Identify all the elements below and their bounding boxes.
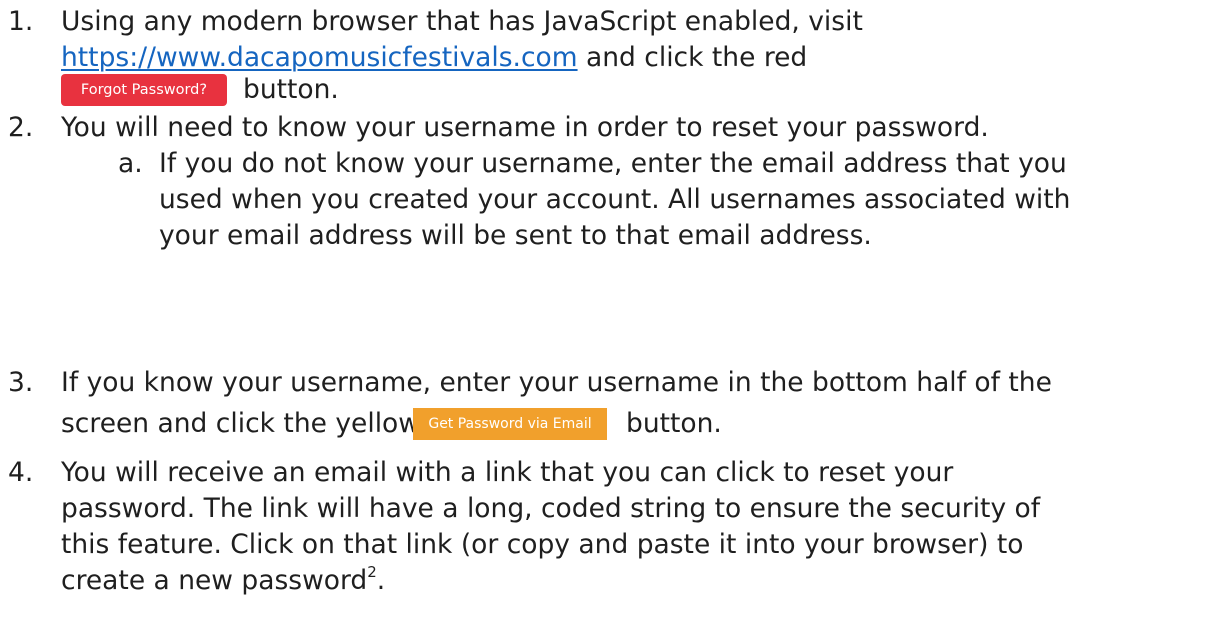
step-4-period: . bbox=[376, 565, 386, 596]
step-1-line-2-tail: and click the red bbox=[577, 42, 808, 73]
step-1-line-2: https://www.dacapomusicfestivals.com and… bbox=[61, 40, 807, 76]
footnote-marker: 2 bbox=[367, 563, 377, 582]
step-2-line-1: You will need to know your username in o… bbox=[61, 112, 989, 143]
step-3-line-1: If you know your username, enter your us… bbox=[61, 367, 1052, 398]
step-4-line-2: password. The link will have a long, cod… bbox=[61, 493, 1041, 524]
step-4-line-4: create a new password2. bbox=[61, 563, 385, 599]
step-2a-line-2: used when you created your account. All … bbox=[159, 184, 1071, 215]
step-1-line-1: Using any modern browser that has JavaSc… bbox=[61, 6, 863, 37]
step-4-line-3: this feature. Click on that link (or cop… bbox=[61, 529, 1024, 560]
step-3-line-2-tail: button. bbox=[626, 408, 722, 439]
forgot-password-button[interactable]: Forgot Password? bbox=[61, 74, 227, 106]
step-3-line-2: screen and click the yellow bbox=[61, 408, 420, 439]
step-2a-letter: a. bbox=[118, 148, 143, 179]
step-1-line-3: button. bbox=[243, 74, 339, 105]
festival-website-link[interactable]: https://www.dacapomusicfestivals.com bbox=[61, 42, 578, 73]
step-1-number: 1. bbox=[8, 6, 34, 37]
step-4-line-4-text: create a new password bbox=[61, 565, 368, 596]
step-4-number: 4. bbox=[8, 457, 34, 488]
get-password-via-email-button[interactable]: Get Password via Email bbox=[413, 408, 607, 440]
step-2a-line-1: If you do not know your username, enter … bbox=[159, 148, 1067, 179]
step-3-number: 3. bbox=[8, 367, 34, 398]
step-4-line-1: You will receive an email with a link th… bbox=[61, 457, 954, 488]
step-2-number: 2. bbox=[8, 112, 34, 143]
step-2a-line-3: your email address will be sent to that … bbox=[159, 220, 872, 251]
